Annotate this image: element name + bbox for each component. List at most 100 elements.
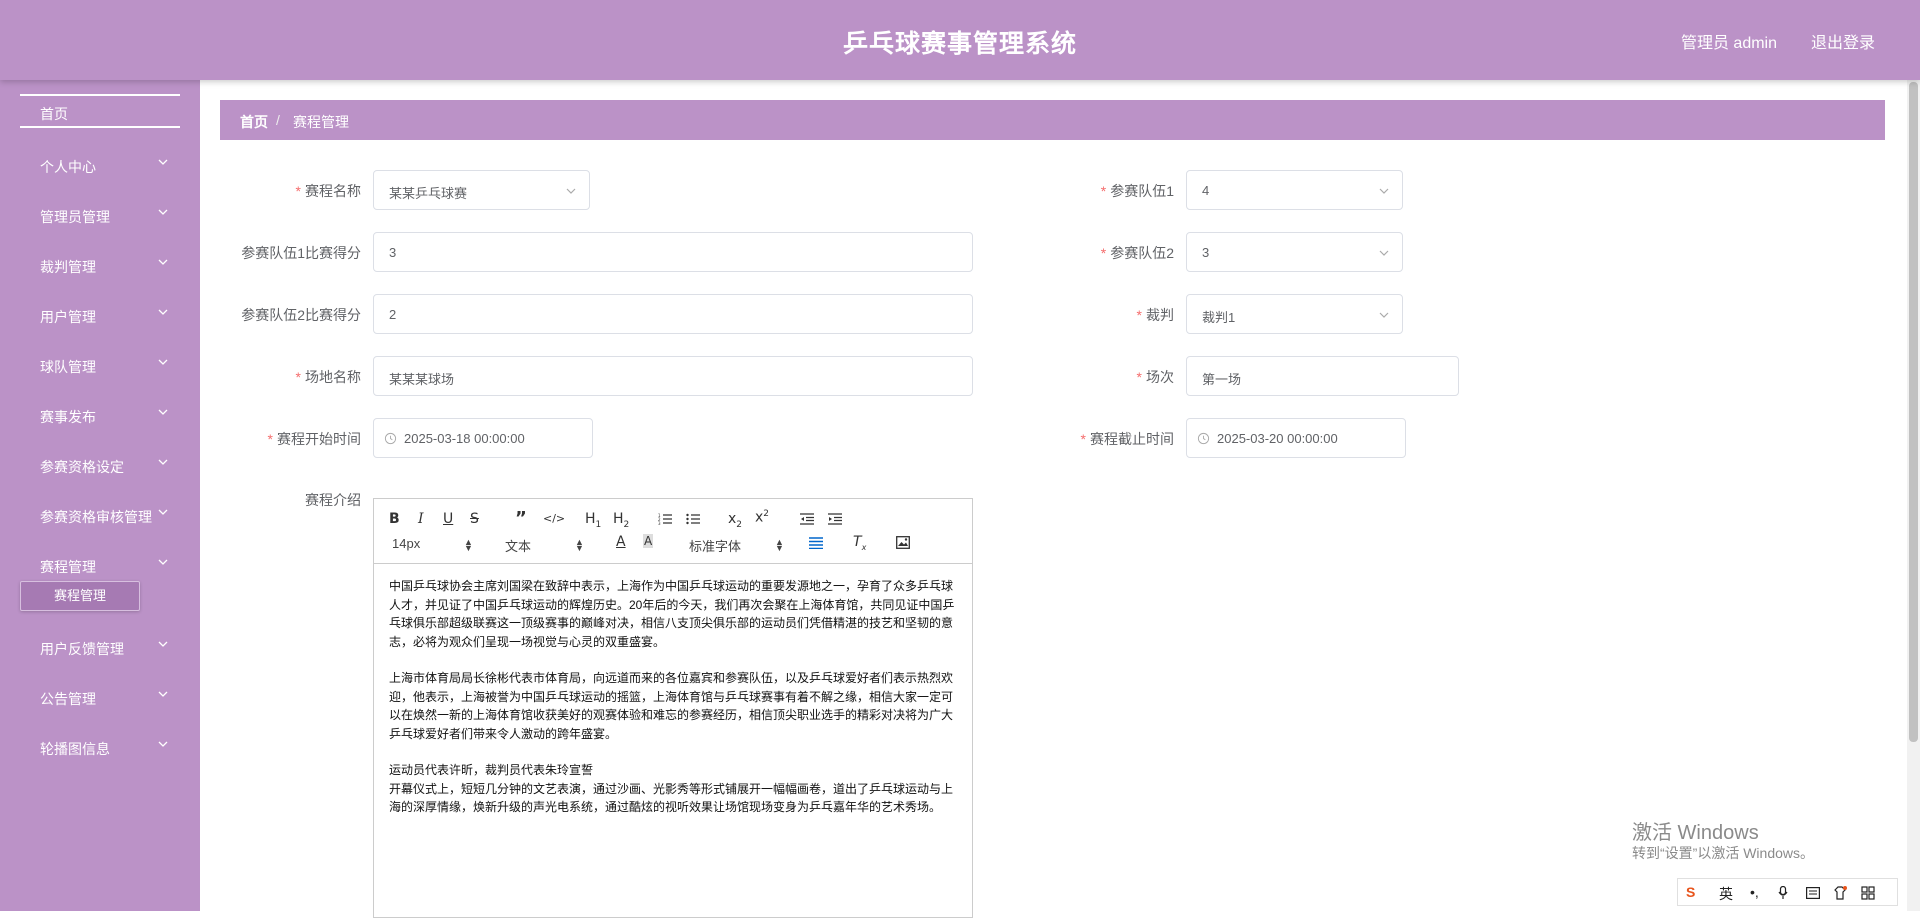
sidebar-item-notice[interactable]: 公告管理: [0, 674, 200, 724]
venue-input[interactable]: 某某某球场: [373, 356, 973, 396]
chevron-up-icon: [158, 559, 168, 565]
sidebar-item-admin[interactable]: 管理员管理: [0, 192, 200, 242]
rich-text-editor: B I U S ” </> H1 H2 123 x2 x2 14px ▲ ▼ 文本 ▲…: [373, 498, 973, 918]
start-time-picker[interactable]: 2025-03-18 00:00:00: [373, 418, 593, 458]
ime-toolbar: S 英 •,: [1677, 878, 1898, 906]
intro-paragraph: 开幕仪式上，短短几分钟的文艺表演，通过沙画、光影秀等形式铺展开一幅幅画卷，道出了…: [389, 781, 954, 815]
heading2-icon[interactable]: H2: [613, 511, 629, 530]
ime-language-toggle[interactable]: 英: [1719, 884, 1733, 904]
chevron-down-icon: [1379, 312, 1389, 318]
team2-score-label: 参赛队伍2比赛得分: [241, 307, 361, 323]
chevron-down-icon: [566, 188, 576, 194]
intro-paragraph: 中国乒乓球协会主席刘国梁在致辞中表示，上海作为中国乒乓球运动的重要发源地之一，孕…: [389, 579, 955, 649]
team1-score-label: 参赛队伍1比赛得分: [241, 245, 361, 261]
chevron-down-icon: [158, 359, 168, 365]
end-time-label: * 赛程截止时间: [1080, 431, 1174, 447]
editor-content[interactable]: 中国乒乓球协会主席刘国梁在致辞中表示，上海作为中国乒乓球运动的重要发源地之一，孕…: [389, 577, 964, 835]
chevron-down-icon: [158, 259, 168, 265]
font-family-select[interactable]: 标准字体 ▲ ▼: [689, 536, 789, 554]
match-name-select[interactable]: 某某乒乓球赛: [373, 170, 590, 210]
ordered-list-icon[interactable]: 123: [658, 513, 672, 525]
page-scrollbar-thumb[interactable]: [1909, 82, 1918, 742]
intro-label: 赛程介绍: [305, 492, 361, 508]
start-time-label: * 赛程开始时间: [267, 431, 361, 447]
current-user: 管理员 admin: [1680, 35, 1777, 52]
strike-icon[interactable]: S: [470, 511, 479, 527]
chevron-down-icon: [158, 209, 168, 215]
toolbox-grid-icon[interactable]: [1861, 886, 1875, 900]
blockquote-icon[interactable]: ”: [515, 508, 527, 529]
clock-icon: [1197, 432, 1210, 445]
sidebar: 首页 个人中心 管理员管理 裁判管理 用户管理 球队管理 赛事发布 参赛资格设定…: [0, 80, 200, 911]
intro-paragraph: 上海市体育局局长徐彬代表市体育局，向远道而来的各位嘉宾和参赛队伍，以及乒乓球爱好…: [389, 671, 954, 741]
referee-label: * 裁判: [1136, 307, 1174, 323]
editor-toolbar: B I U S ” </> H1 H2 123 x2 x2 14px ▲ ▼ 文本 ▲…: [374, 499, 972, 564]
ime-punctuation-icon[interactable]: •,: [1750, 884, 1759, 900]
sidebar-item-feedback[interactable]: 用户反馈管理: [0, 624, 200, 674]
chevron-down-icon: [158, 741, 168, 747]
clock-icon: [384, 432, 397, 445]
chevron-down-icon: [1379, 188, 1389, 194]
indent-icon[interactable]: [828, 513, 842, 525]
keyboard-icon[interactable]: [1806, 887, 1820, 899]
team2-label: * 参赛队伍2: [1100, 245, 1174, 261]
sidebar-item-profile[interactable]: 个人中心: [0, 142, 200, 192]
chevron-down-icon: [1379, 250, 1389, 256]
venue-label: * 场地名称: [295, 369, 361, 385]
breadcrumb: 首页 / 赛程管理: [220, 100, 1885, 140]
sidebar-item-carousel[interactable]: 轮播图信息: [0, 724, 200, 774]
chevron-down-icon: [158, 459, 168, 465]
intro-paragraph: 运动员代表许昕，裁判员代表朱玲宣誓: [389, 763, 594, 777]
sidebar-item-teams[interactable]: 球队管理: [0, 342, 200, 392]
match-name-label: * 赛程名称: [295, 183, 361, 199]
sidebar-subitem-schedule[interactable]: 赛程管理: [20, 581, 140, 611]
microphone-icon[interactable]: [1778, 886, 1788, 900]
windows-activation-hint: 转到“设置”以激活 Windows。: [1632, 845, 1815, 861]
chevron-down-icon: [158, 509, 168, 515]
app-title: 乒乓球赛事管理系统: [842, 30, 1077, 58]
align-icon[interactable]: [809, 537, 823, 549]
breadcrumb-home[interactable]: 首页: [240, 112, 268, 132]
font-color-icon[interactable]: A: [616, 534, 626, 550]
sidebar-item-eligibility[interactable]: 参赛资格设定: [0, 442, 200, 492]
outdent-icon[interactable]: [800, 513, 814, 525]
subscript-icon[interactable]: x2: [728, 511, 742, 530]
background-color-icon[interactable]: A: [643, 534, 654, 548]
bullet-list-icon[interactable]: [686, 513, 700, 525]
end-time-picker[interactable]: 2025-03-20 00:00:00: [1186, 418, 1406, 458]
chevron-down-icon: [158, 641, 168, 647]
team1-select[interactable]: 4: [1186, 170, 1403, 210]
round-label: * 场次: [1136, 369, 1174, 385]
code-icon[interactable]: </>: [543, 512, 565, 525]
team2-select[interactable]: 3: [1186, 232, 1403, 272]
top-header: 乒乓球赛事管理系统 管理员 admin 退出登录: [0, 0, 1920, 80]
heading1-icon[interactable]: H1: [585, 511, 601, 530]
block-type-select[interactable]: 文本 ▲ ▼: [505, 536, 585, 554]
skin-icon[interactable]: [1833, 886, 1847, 900]
ime-logo-icon[interactable]: S: [1686, 884, 1695, 900]
sidebar-item-event-publish[interactable]: 赛事发布: [0, 392, 200, 442]
chevron-down-icon: [158, 159, 168, 165]
image-icon[interactable]: [896, 536, 910, 549]
sidebar-item-home[interactable]: 首页: [20, 94, 180, 128]
breadcrumb-separator: /: [276, 112, 280, 128]
bold-icon[interactable]: B: [389, 511, 400, 527]
font-size-select[interactable]: 14px ▲ ▼: [392, 536, 473, 554]
team1-score-input[interactable]: 3: [373, 232, 973, 272]
windows-activation-watermark: 激活 Windows: [1632, 822, 1759, 844]
logout-button[interactable]: 退出登录: [1811, 29, 1875, 53]
team2-score-input[interactable]: 2: [373, 294, 973, 334]
sidebar-item-eligibility-review[interactable]: 参赛资格审核管理: [0, 492, 200, 542]
svg-text:3: 3: [658, 521, 661, 525]
clear-format-icon[interactable]: Tx: [853, 534, 866, 552]
superscript-icon[interactable]: x2: [755, 509, 769, 526]
sidebar-item-users[interactable]: 用户管理: [0, 292, 200, 342]
breadcrumb-current: 赛程管理: [293, 114, 349, 130]
italic-icon[interactable]: I: [418, 511, 424, 527]
referee-select[interactable]: 裁判1: [1186, 294, 1403, 334]
team1-label: * 参赛队伍1: [1100, 183, 1174, 199]
chevron-down-icon: [158, 691, 168, 697]
sidebar-item-referee[interactable]: 裁判管理: [0, 242, 200, 292]
underline-icon[interactable]: U: [443, 511, 453, 527]
round-input[interactable]: 第一场: [1186, 356, 1459, 396]
